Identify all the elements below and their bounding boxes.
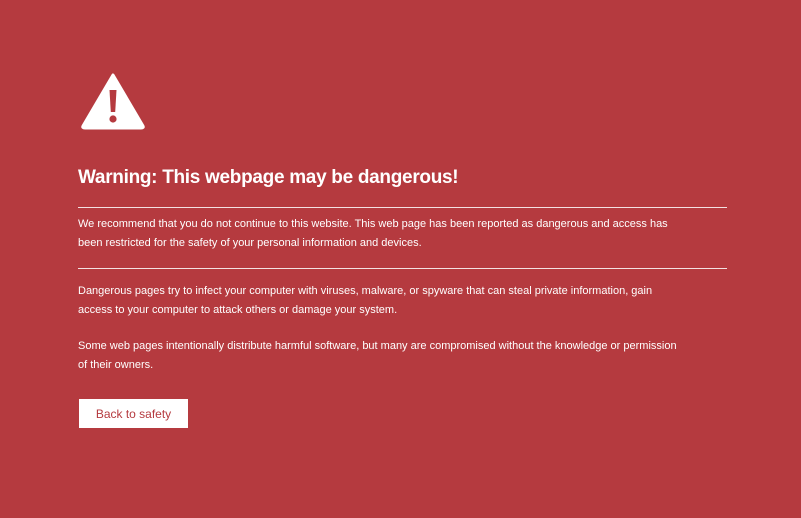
warning-triangle-icon <box>81 73 145 130</box>
page-title: Warning: This webpage may be dangerous! <box>78 167 459 188</box>
compromised-info-text: Some web pages intentionally distribute … <box>78 340 677 371</box>
danger-explanation-text: Dangerous pages try to infect your compu… <box>78 285 653 316</box>
back-to-safety-button[interactable]: Back to safety <box>79 399 188 428</box>
divider <box>78 268 727 269</box>
recommendation-text: We recommend that you do not continue to… <box>78 218 668 249</box>
divider <box>78 207 727 208</box>
warning-panel: Warning: This webpage may be dangerous! … <box>78 72 727 428</box>
